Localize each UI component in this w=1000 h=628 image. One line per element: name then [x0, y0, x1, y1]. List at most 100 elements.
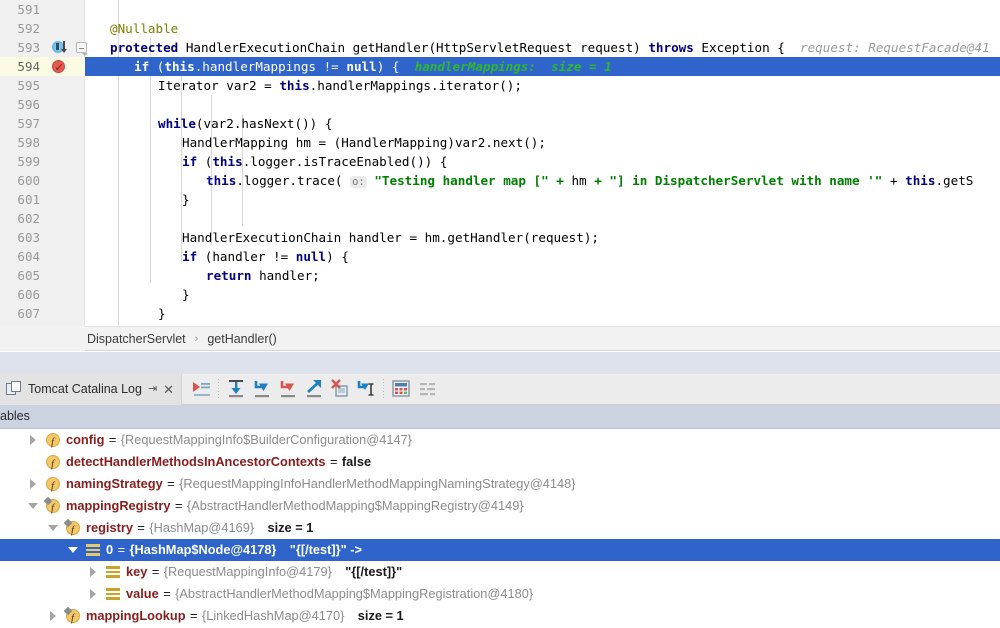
- field-final-icon: [66, 607, 80, 628]
- line-number: 605: [17, 268, 40, 283]
- step-out-button[interactable]: [301, 376, 327, 402]
- code-text: HandlerExecutionChain handler = hm.getHa…: [182, 230, 600, 245]
- line-number: 606: [17, 287, 40, 302]
- line-number: 593: [17, 40, 40, 55]
- inline-hint-request: request: RequestFacade@41: [800, 40, 990, 55]
- code-line[interactable]: 598 HandlerMapping hm = (HandlerMapping)…: [0, 133, 1000, 152]
- code-line[interactable]: 591: [0, 0, 1000, 19]
- code-line[interactable]: 605 return handler;: [0, 266, 1000, 285]
- inline-hint-handler-mappings: handlerMappings: size = 1: [414, 59, 612, 74]
- code-line[interactable]: 600 this.logger.trace( o: "Testing handl…: [0, 171, 1000, 190]
- breadcrumb-item-method[interactable]: getHandler(): [205, 332, 278, 346]
- execution-arrow-icon: [60, 41, 67, 53]
- tab-tomcat-catalina-log[interactable]: Tomcat Catalina Log ⇥ ✕: [0, 373, 183, 405]
- code-line[interactable]: 599 if (this.logger.isTraceEnabled()) {: [0, 152, 1000, 171]
- expand-toggle-icon[interactable]: [88, 589, 98, 599]
- toolbar-separator: [218, 378, 220, 400]
- equals-sign: =: [329, 454, 338, 469]
- tree-row[interactable]: key = {RequestMappingInfo@4179} "{[/test…: [0, 561, 1000, 583]
- code-line[interactable]: 601 }: [0, 190, 1000, 209]
- line-number: 604: [17, 249, 40, 264]
- step-over-button[interactable]: [223, 376, 249, 402]
- code-editor[interactable]: 591 592 @Nullable 593 protected HandlerE…: [0, 0, 1000, 326]
- code-line-current[interactable]: 594 if (this.handlerMappings != null) { …: [0, 57, 1000, 77]
- gutter-icons[interactable]: [44, 57, 85, 77]
- code-text: while(var2.hasNext()) {: [158, 116, 333, 131]
- code-line[interactable]: 603 HandlerExecutionChain handler = hm.g…: [0, 228, 1000, 247]
- tree-row[interactable]: config = {RequestMappingInfo$BuilderConf…: [0, 429, 1000, 453]
- line-number: 592: [17, 21, 40, 36]
- tree-row[interactable]: mappingRegistry = {AbstractHandlerMethod…: [0, 495, 1000, 519]
- tool-window-icon: [6, 381, 22, 397]
- line-number: 595: [17, 78, 40, 93]
- line-number: 600: [17, 173, 40, 188]
- settings-layout-button[interactable]: [414, 376, 440, 402]
- breakpoint-verified-icon[interactable]: [52, 58, 65, 77]
- show-execution-point-button[interactable]: [188, 376, 214, 402]
- run-to-cursor-icon: [357, 381, 374, 396]
- equals-sign: =: [108, 432, 117, 447]
- debugger-tool-window: Tomcat Catalina Log ⇥ ✕ ables f config =…: [0, 373, 1000, 628]
- step-into-icon: [254, 381, 270, 398]
- expand-toggle-icon[interactable]: [88, 567, 98, 577]
- pin-icon[interactable]: ⇥: [148, 382, 157, 395]
- tree-row[interactable]: detectHandlerMethodsInAncestorContexts =…: [0, 451, 1000, 475]
- code-text: }: [182, 287, 190, 302]
- collection-size: size = 1: [267, 520, 314, 535]
- variable-name: registry: [86, 520, 133, 535]
- tree-row[interactable]: value = {AbstractHandlerMethodMapping$Ma…: [0, 583, 1000, 605]
- expand-toggle-icon[interactable]: [48, 611, 58, 621]
- step-into-button[interactable]: [249, 376, 275, 402]
- expand-toggle-icon[interactable]: [28, 435, 38, 445]
- tree-row[interactable]: namingStrategy = {RequestMappingInfoHand…: [0, 473, 1000, 497]
- code-line[interactable]: 596: [0, 95, 1000, 114]
- code-line[interactable]: 597 while(var2.hasNext()) {: [0, 114, 1000, 133]
- code-line[interactable]: 604 if (handler != null) {: [0, 247, 1000, 266]
- equals-sign: =: [189, 608, 198, 623]
- field-icon: [46, 475, 60, 497]
- close-icon[interactable]: ✕: [163, 383, 174, 396]
- code-line[interactable]: 595 Iterator var2 = this.handlerMappings…: [0, 76, 1000, 95]
- drop-frame-button[interactable]: [327, 376, 353, 402]
- step-out-icon: [307, 380, 322, 398]
- variable-name: mappingRegistry: [66, 498, 171, 513]
- drop-frame-icon: [331, 379, 348, 397]
- tree-row[interactable]: mappingLookup = {LinkedHashMap@4170} siz…: [0, 605, 1000, 628]
- variable-value: {RequestMappingInfoHandlerMethodMappingN…: [179, 476, 576, 491]
- evaluate-expression-icon: [392, 380, 410, 397]
- breadcrumb-item-class[interactable]: DispatcherServlet: [85, 332, 188, 346]
- code-text: this.logger.trace( o: "Testing handler m…: [206, 173, 974, 188]
- code-text: protected HandlerExecutionChain getHandl…: [110, 40, 990, 55]
- code-line[interactable]: 593 protected HandlerExecutionChain getH…: [0, 38, 1000, 57]
- line-number: 599: [17, 154, 40, 169]
- collapse-toggle-icon[interactable]: [68, 545, 78, 555]
- code-line[interactable]: 606 }: [0, 285, 1000, 304]
- variables-tree[interactable]: config = {RequestMappingInfo$BuilderConf…: [0, 429, 1000, 628]
- tree-row-selected[interactable]: 0 = {HashMap$Node@4178} "{[/test]}" ->: [0, 539, 1000, 561]
- line-number: 598: [17, 135, 40, 150]
- settings-layout-icon: [420, 383, 436, 396]
- variable-name: value: [126, 586, 159, 601]
- breadcrumb[interactable]: DispatcherServlet › getHandler(): [0, 326, 1000, 351]
- panel-divider[interactable]: [0, 352, 1000, 374]
- run-to-cursor-button[interactable]: [353, 376, 379, 402]
- code-text: }: [158, 306, 166, 321]
- expand-toggle-icon[interactable]: [28, 479, 38, 489]
- evaluate-expression-button[interactable]: [388, 376, 414, 402]
- code-line[interactable]: 607 }: [0, 304, 1000, 323]
- line-number: 597: [17, 116, 40, 131]
- force-step-into-button[interactable]: [275, 376, 301, 402]
- toolbar-separator: [383, 378, 385, 400]
- breadcrumb-separator-icon: ›: [194, 332, 199, 345]
- equals-sign: =: [167, 476, 175, 491]
- code-line[interactable]: 592 @Nullable: [0, 19, 1000, 38]
- string-literal: "] in DispatcherServlet with name '": [609, 173, 883, 188]
- variables-pane-title: ables: [0, 409, 30, 423]
- field-icon: [46, 453, 60, 475]
- code-text: return handler;: [206, 268, 320, 283]
- field-icon: [46, 431, 60, 453]
- collapse-toggle-icon[interactable]: [28, 501, 38, 511]
- collapse-toggle-icon[interactable]: [48, 523, 58, 533]
- tree-row[interactable]: registry = {HashMap@4169} size = 1: [0, 517, 1000, 541]
- code-line[interactable]: 602: [0, 209, 1000, 228]
